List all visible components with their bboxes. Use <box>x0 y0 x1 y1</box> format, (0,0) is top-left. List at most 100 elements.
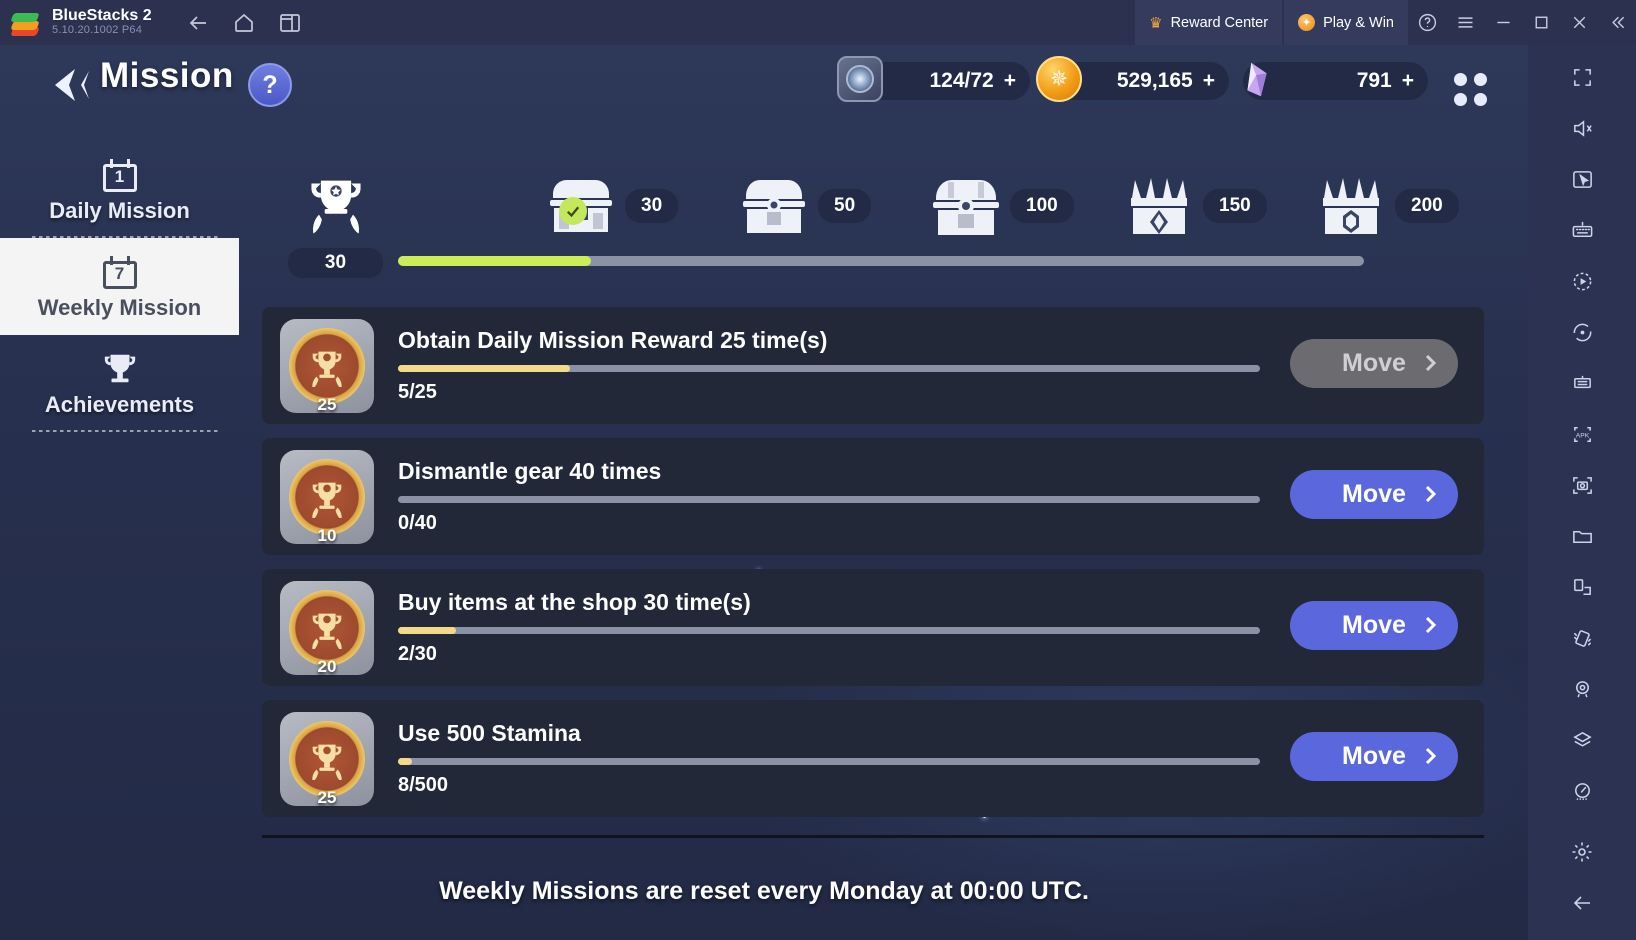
mute-icon[interactable] <box>1563 109 1601 147</box>
track-current-points: 30 <box>288 248 383 278</box>
mission-move-label: Move <box>1342 349 1406 377</box>
reward-track: 30 30 50 100 150 200 <box>268 170 1488 280</box>
rotate-icon[interactable] <box>1563 568 1601 606</box>
track-node-value: 100 <box>1010 189 1074 223</box>
track-node-100[interactable]: 100 <box>928 172 1074 240</box>
currency-stamina-plus[interactable]: + <box>1004 69 1016 93</box>
minimize-icon[interactable] <box>1484 0 1522 45</box>
screenshot-icon[interactable] <box>1563 466 1601 504</box>
sidebar-item-weekly-mission[interactable]: 7 Weekly Mission <box>0 238 239 335</box>
track-node-200[interactable]: 200 <box>1313 172 1459 240</box>
collapse-sidebar-icon[interactable] <box>1598 0 1636 45</box>
currency-bar: 124/72 + ✵ 529,165 + 791 + <box>837 56 1428 102</box>
page-title: Mission <box>100 56 234 95</box>
help-button[interactable]: ? <box>248 63 292 107</box>
fullscreen-icon[interactable] <box>1563 58 1601 96</box>
mission-progress-fill <box>398 627 456 634</box>
close-icon[interactable] <box>1560 0 1598 45</box>
mission-back-icon[interactable] <box>45 65 93 110</box>
mission-reward-medal: 25 <box>280 318 374 414</box>
track-node-30[interactable]: 30 <box>543 172 679 240</box>
menu-grid-icon[interactable] <box>1454 73 1488 107</box>
mission-row: 25 Obtain Daily Mission Reward 25 time(s… <box>262 307 1484 424</box>
track-node-value: 200 <box>1395 189 1459 223</box>
mission-move-label: Move <box>1342 611 1406 639</box>
track-node-150[interactable]: 150 <box>1121 172 1267 240</box>
mission-header: Mission ? 124/72 + ✵ 529,165 + 791 + <box>0 45 1528 127</box>
mission-move-button[interactable]: Move <box>1290 601 1458 650</box>
mission-progress-count: 0/40 <box>398 512 437 534</box>
mission-progress-count: 2/30 <box>398 643 437 665</box>
sidebar-item-daily-mission[interactable]: 1 Daily Mission <box>0 141 239 238</box>
settings-icon[interactable] <box>1563 833 1601 871</box>
mission-move-button[interactable]: Move <box>1290 470 1458 519</box>
cursor-icon[interactable] <box>1563 160 1601 198</box>
bluestacks-titlebar: BlueStacks 2 5.10.20.1002 P64 ♛ Reward C… <box>0 0 1636 45</box>
mission-move-button[interactable]: Move <box>1290 339 1458 388</box>
chest-basic-icon <box>543 172 619 240</box>
chest-silver-icon <box>928 172 1004 240</box>
chest-basic-icon <box>736 172 812 240</box>
claimed-check-icon <box>559 197 587 225</box>
mission-move-label: Move <box>1342 742 1406 770</box>
calendar-1-icon: 1 <box>102 155 137 195</box>
chevron-right-icon <box>1418 613 1442 644</box>
game-viewport: Mission ? 124/72 + ✵ 529,165 + 791 + 1 D… <box>0 45 1528 940</box>
mission-progress-bar <box>398 758 1260 765</box>
gem-icon <box>1235 56 1285 106</box>
eco-mode-icon[interactable] <box>1563 772 1601 810</box>
track-progress-fill <box>398 256 592 266</box>
play-and-win-button[interactable]: ✦ Play & Win <box>1284 0 1408 45</box>
currency-stamina: 124/72 + <box>837 56 1030 102</box>
trophy-icon <box>101 349 139 389</box>
back-icon[interactable] <box>186 11 210 35</box>
bluestacks-logo-icon <box>10 8 40 38</box>
location-icon[interactable] <box>1563 670 1601 708</box>
back-icon[interactable] <box>1563 884 1601 922</box>
shake-icon[interactable] <box>1563 619 1601 657</box>
script-icon[interactable] <box>1563 364 1601 402</box>
mission-row: 20 Buy items at the shop 30 time(s) 2/30… <box>262 569 1484 686</box>
currency-gold-value: 529,165 <box>1116 69 1193 92</box>
app-version: 5.10.20.1002 P64 <box>52 24 143 37</box>
track-trophy-block: 30 <box>288 175 383 278</box>
folder-icon[interactable] <box>1563 517 1601 555</box>
track-node-50[interactable]: 50 <box>736 172 872 240</box>
home-icon[interactable] <box>232 11 256 35</box>
mission-sidebar: 1 Daily Mission 7 Weekly Mission Achieve… <box>0 141 239 432</box>
chest-platinum-icon <box>1313 172 1389 240</box>
svg-text:APK: APK <box>1575 432 1589 439</box>
currency-gold-plus[interactable]: + <box>1203 69 1215 93</box>
chevron-right-icon <box>1418 351 1442 382</box>
crown-icon: ♛ <box>1149 14 1163 32</box>
mission-list: 25 Obtain Daily Mission Reward 25 time(s… <box>262 307 1484 831</box>
mission-row: 25 Use 500 Stamina 8/500 Move <box>262 700 1484 817</box>
maximize-icon[interactable] <box>1522 0 1560 45</box>
menu-icon[interactable] <box>1446 0 1484 45</box>
reset-notice: Weekly Missions are reset every Monday a… <box>439 877 1089 905</box>
mission-move-button[interactable]: Move <box>1290 732 1458 781</box>
reward-center-label: Reward Center <box>1170 14 1269 31</box>
mission-progress-fill <box>398 365 571 372</box>
mission-progress-bar <box>398 365 1260 372</box>
play-and-win-label: Play & Win <box>1323 14 1394 31</box>
help-circle-icon[interactable] <box>1408 0 1446 45</box>
multi-instance-icon[interactable] <box>278 11 302 35</box>
currency-gem-plus[interactable]: + <box>1402 69 1414 93</box>
mission-move-label: Move <box>1342 480 1406 508</box>
layers-icon[interactable] <box>1563 721 1601 759</box>
reward-center-button[interactable]: ♛ Reward Center <box>1135 0 1283 45</box>
track-node-value: 150 <box>1203 189 1267 223</box>
compass-icon <box>837 56 887 106</box>
sync-icon[interactable] <box>1563 313 1601 351</box>
mission-reward-points: 10 <box>317 525 337 545</box>
install-apk-icon[interactable]: APK <box>1563 415 1601 453</box>
sidebar-item-label: Achievements <box>44 392 195 417</box>
chest-gold-icon <box>1121 172 1197 240</box>
macro-play-icon[interactable] <box>1563 262 1601 300</box>
sidebar-item-achievements[interactable]: Achievements <box>0 335 239 432</box>
currency-stamina-value: 124/72 <box>929 69 994 92</box>
gold-coin-icon: ✵ <box>1036 56 1086 106</box>
keyboard-icon[interactable] <box>1563 211 1601 249</box>
star-badge-icon: ✦ <box>1298 14 1316 31</box>
